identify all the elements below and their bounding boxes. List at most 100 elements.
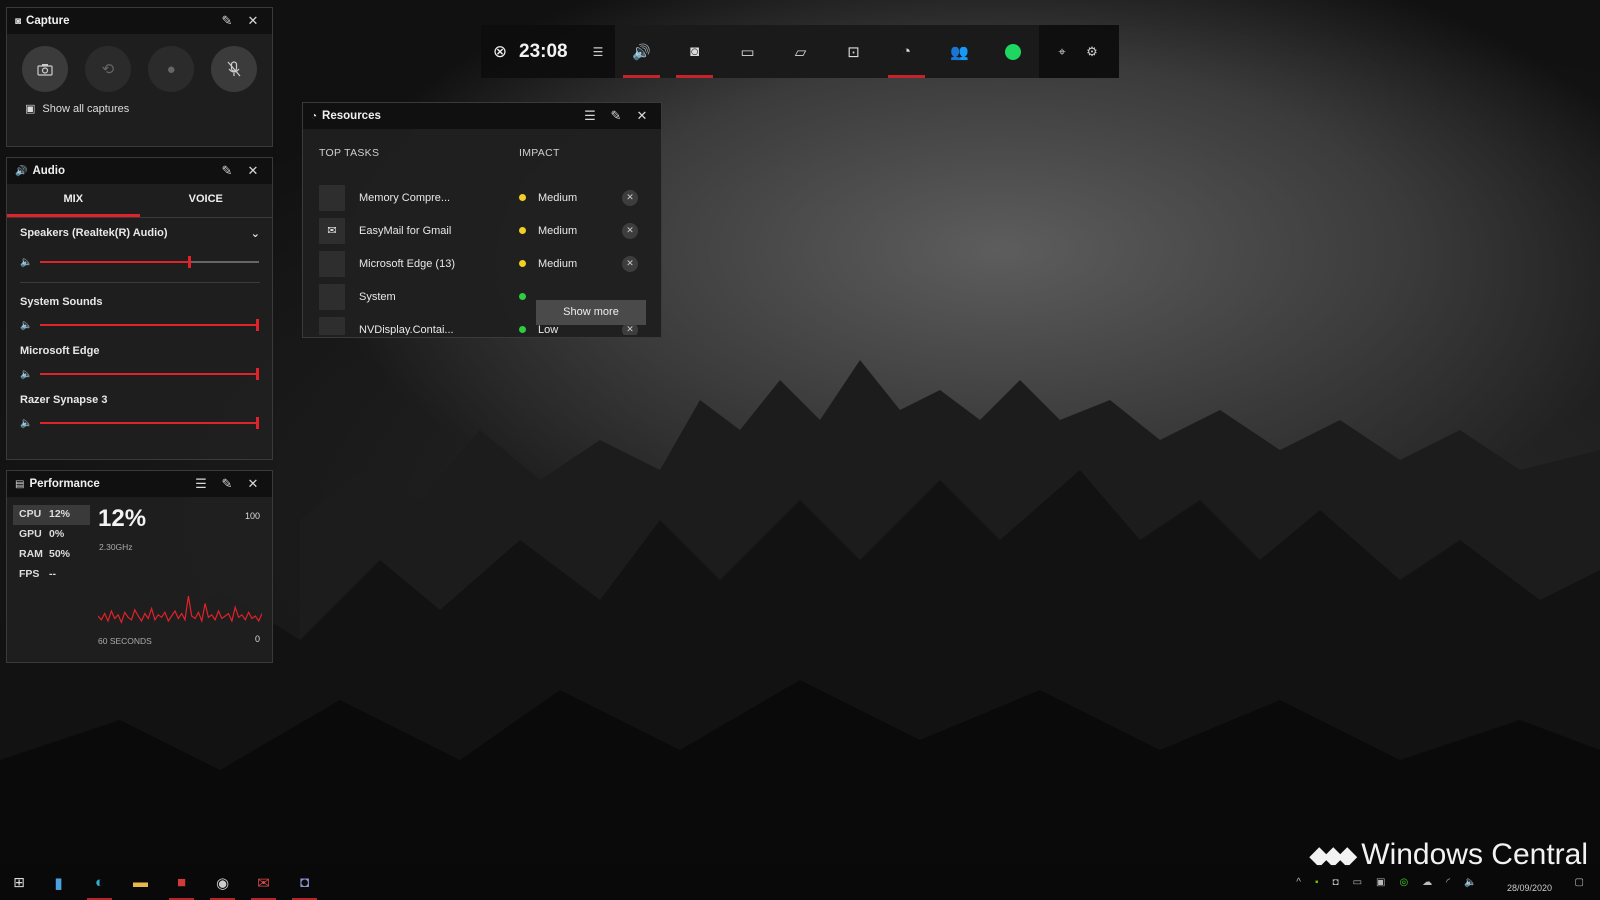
app-volume-thumb[interactable] [256,417,259,429]
mouse-lock-icon[interactable]: ⌖ [1047,44,1077,60]
app-volume-slider[interactable] [40,368,259,380]
metric-cpu[interactable]: CPU 12% [13,505,90,525]
social-widget-toggle[interactable]: 👥 [933,25,986,78]
performance-title: Performance [29,478,100,490]
app-volume-slider[interactable] [40,319,259,331]
gamebar-clock: 23:08 [519,40,568,62]
close-icon[interactable]: ✕ [240,476,266,492]
metric-fps[interactable]: FPS -- [13,565,90,585]
gauge-icon: ◔ [901,43,912,60]
task-impact: Medium [538,257,578,270]
windows-start-icon[interactable]: ⊞ [0,874,38,891]
audio-header: 🔊 Audio ✎ ✕ [7,158,272,184]
notifications-icon[interactable]: ▢ [1575,877,1584,888]
chevron-down-icon: ⌄ [250,228,260,240]
impact-dot [519,293,526,300]
app-volume-list: System Sounds 🔈 Microsoft Edge 🔈 Razer S… [7,293,272,437]
app-volume-thumb[interactable] [256,319,259,331]
volume-tray-icon[interactable]: 🔈 [1464,877,1476,888]
end-task-icon[interactable]: ✕ [622,222,638,239]
app-volume-fill [40,422,259,424]
close-icon[interactable]: ✕ [629,108,655,124]
nvidia-icon[interactable]: ▪ [1315,877,1319,888]
screenshot-button[interactable] [21,46,68,92]
master-volume-slider[interactable] [40,256,259,268]
tab-voice[interactable]: VOICE [140,184,273,217]
app-tray-icon[interactable]: ▣ [1376,877,1385,888]
network-icon[interactable]: ▭ [1353,877,1362,888]
cpu-frequency: 2.30GHz [99,542,133,552]
microphone-toggle-button[interactable] [211,46,258,92]
app-volume-fill [40,373,259,375]
task-name: EasyMail for Gmail [359,224,452,237]
app-volume-thumb[interactable] [256,368,259,380]
end-task-icon[interactable]: ✕ [622,189,638,206]
capture-widget-toggle[interactable]: ◙ [668,25,721,78]
graph-min-label: 0 [254,634,260,644]
metric-value: -- [49,568,56,580]
record-last-button[interactable]: ⟲ [84,46,131,92]
taskbar-app-red[interactable]: ■ [161,865,202,900]
wifi-icon[interactable]: ◜ [1446,877,1450,888]
task-name: Memory Compre... [359,191,451,204]
spotify-widget-toggle[interactable] [986,25,1039,78]
metric-ram[interactable]: RAM 50% [13,545,90,565]
app-volume-row: 🔈 [7,311,272,339]
chart-icon: ▤ [15,478,25,490]
pin-icon[interactable]: ✎ [214,13,240,29]
xbox-icon[interactable]: ⊗ [481,42,519,62]
performance-widget-toggle[interactable]: ◔ [880,25,933,78]
metric-key: GPU [19,528,42,540]
metric-gpu[interactable]: GPU 0% [13,525,90,545]
impact-dot [519,260,526,267]
taskbar-app-explorer[interactable]: ▬ [120,865,161,900]
monitor-icon: ▭ [740,43,755,61]
gauge-icon: ◔ [311,110,318,122]
gallery-widget-toggle[interactable]: ▭ [721,25,774,78]
options-icon[interactable]: ☰ [577,108,603,124]
taskbar-app-mail[interactable]: ✉ [243,865,284,900]
taskbar-app-discord[interactable]: ◘ [284,865,325,900]
metric-key: FPS [19,568,40,580]
close-icon[interactable]: ✕ [240,163,266,179]
pin-icon[interactable]: ✎ [603,108,629,124]
task-row[interactable]: ✉ EasyMail for Gmail Medium ✕ [303,214,661,247]
app-volume-item: Razer Synapse 3 🔈 [7,391,272,437]
settings-icon[interactable]: ⚙ [1077,44,1107,60]
task-row[interactable]: Microsoft Edge (13) Medium ✕ [303,247,661,280]
metric-value: 0% [49,528,65,540]
show-all-captures-link[interactable]: ▣ Show all captures [7,98,272,116]
taskbar-app-store[interactable]: ▮ [38,865,79,900]
tray-overflow-icon[interactable]: ^ [1296,877,1301,888]
edge-icon: ◐ [94,874,105,891]
show-more-button[interactable]: Show more [536,300,646,325]
tab-mix[interactable]: MIX [7,184,140,217]
capture-icon: ◙ [689,43,700,60]
speaker-icon: 🔊 [15,165,28,177]
pin-icon[interactable]: ✎ [214,163,240,179]
task-row[interactable]: Memory Compre... Medium ✕ [303,181,661,214]
taskbar: ⊞ ▮ ◐ ▬ ■ ◉ ✉ ◘ ^ ▪ ◘ ▭ ▣ ◎ ☁ ◜ 🔈 ▢ 28/0… [0,865,1600,900]
master-volume-thumb[interactable] [187,256,191,268]
razer-icon[interactable]: ◎ [1399,877,1408,888]
onedrive-icon[interactable]: ☁ [1422,877,1432,888]
looking-for-group-toggle[interactable]: ⊡ [827,25,880,78]
discord-tray-icon[interactable]: ◘ [1333,877,1339,888]
taskbar-app-chrome[interactable]: ◉ [202,865,243,900]
audio-widget-toggle[interactable]: 🔊 [615,25,668,78]
options-icon[interactable]: ☰ [188,476,214,492]
performance-widget: ▤ Performance ☰ ✎ ✕ CPU 12% GPU 0% RAM 50% … [6,470,273,663]
start-recording-button[interactable]: ● [148,46,195,92]
app-volume-slider[interactable] [40,417,259,429]
widget-menu-icon[interactable]: ☰ [581,45,615,59]
close-icon[interactable]: ✕ [240,13,266,29]
pin-icon[interactable]: ✎ [214,476,240,492]
end-task-icon[interactable]: ✕ [622,255,638,272]
cpu-graph [98,595,262,624]
widget-toggle-strip: 🔊 ◙ ▭ ▱ ⊡ ◔ 👥 [615,25,1039,78]
chat-widget-toggle[interactable]: ▱ [774,25,827,78]
taskbar-app-edge[interactable]: ◐ [79,865,120,900]
metric-value: 50% [49,548,71,560]
output-device-select[interactable]: Speakers (Realtek(R) Audio) ⌄ [7,218,272,240]
taskbar-date[interactable]: 28/09/2020 [1507,883,1552,893]
